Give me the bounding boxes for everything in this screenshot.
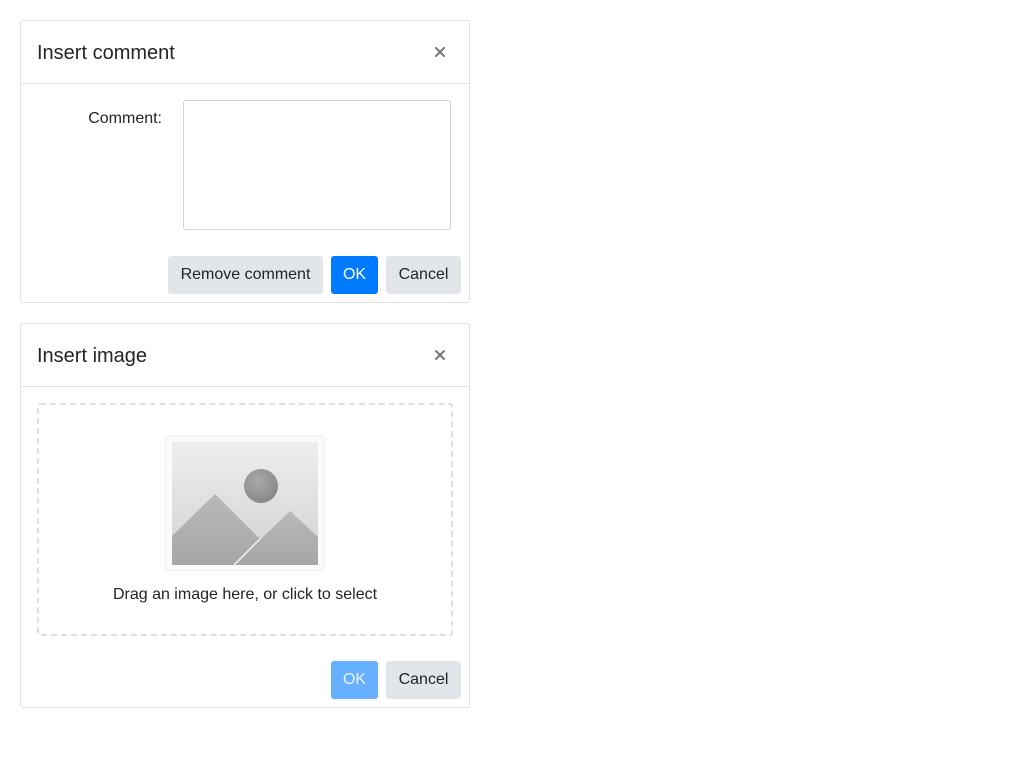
dialog-header: Insert comment xyxy=(21,21,469,84)
comment-textarea[interactable] xyxy=(183,100,451,230)
ok-button[interactable]: OK xyxy=(331,661,378,699)
ok-button[interactable]: OK xyxy=(331,256,378,294)
cancel-button[interactable]: Cancel xyxy=(386,256,461,294)
dialog-title: Insert image xyxy=(37,345,148,367)
cancel-button[interactable]: Cancel xyxy=(386,661,461,699)
dialog-header: Insert image xyxy=(21,324,469,387)
image-dropzone[interactable]: Drag an image here, or click to select xyxy=(37,403,453,636)
close-icon xyxy=(435,350,445,360)
dialog-title: Insert comment xyxy=(37,42,175,64)
image-placeholder xyxy=(166,436,324,570)
remove-comment-button[interactable]: Remove comment xyxy=(168,256,323,294)
insert-comment-dialog: Insert comment Comment: Remove comment O… xyxy=(20,20,470,303)
dropzone-text: Drag an image here, or click to select xyxy=(112,586,378,603)
close-icon xyxy=(435,47,445,57)
insert-image-dialog: Insert image Drag an image here, or clic… xyxy=(20,323,470,708)
image-placeholder-icon xyxy=(172,442,318,565)
close-button[interactable] xyxy=(429,41,451,63)
close-button[interactable] xyxy=(429,344,451,366)
comment-label: Comment: xyxy=(88,110,162,127)
